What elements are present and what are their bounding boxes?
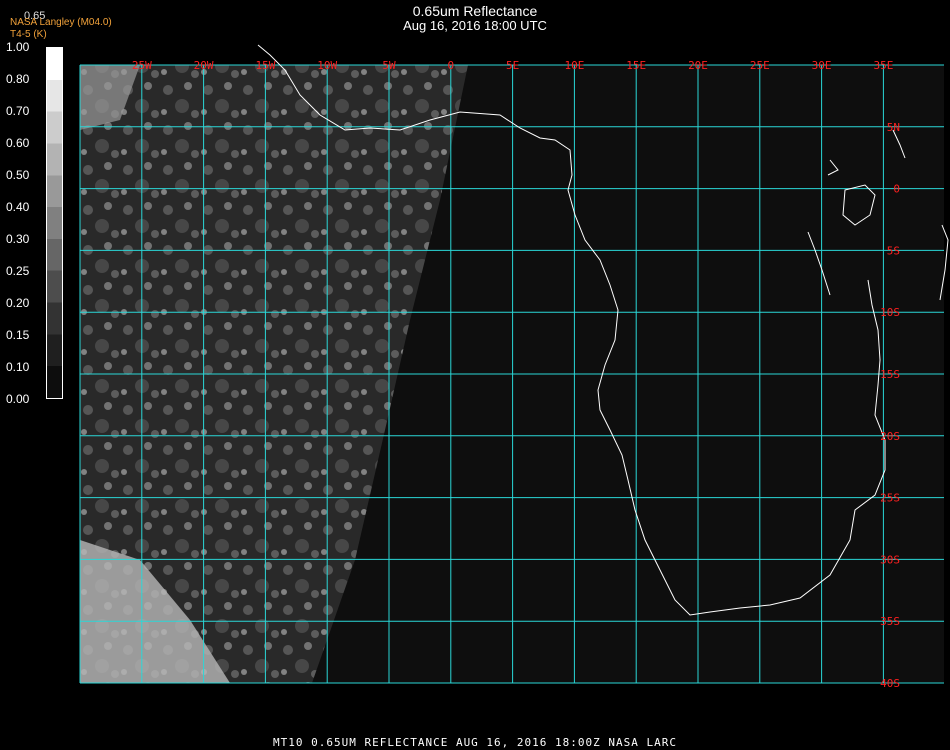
latitude-label: 35S [880, 615, 900, 628]
latitude-label: 5N [887, 121, 900, 134]
latitude-label: 25S [880, 492, 900, 505]
longitude-label: 35E [873, 59, 893, 72]
latitude-label: 20S [880, 430, 900, 443]
longitude-label: 5W [382, 59, 396, 72]
longitude-label: 15E [626, 59, 646, 72]
longitude-label: 20E [688, 59, 708, 72]
latitude-label: 40S [880, 677, 900, 690]
latitude-label: 30S [880, 553, 900, 566]
longitude-label: 25E [750, 59, 770, 72]
longitude-label: 0 [447, 59, 454, 72]
latitude-label: 10S [880, 306, 900, 319]
latitude-label: 0 [893, 183, 900, 196]
longitude-label: 30E [812, 59, 832, 72]
footer-caption: MT10 0.65UM REFLECTANCE AUG 16, 2016 18:… [273, 736, 677, 749]
latitude-label: 15S [880, 368, 900, 381]
longitude-label: 20W [194, 59, 214, 72]
longitude-label: 10W [317, 59, 337, 72]
longitude-label: 10E [564, 59, 584, 72]
longitude-label: 25W [132, 59, 152, 72]
latitude-label: 5S [887, 244, 900, 257]
longitude-label: 15W [255, 59, 275, 72]
satellite-map: 25W 20W 15W 10W 5W 0 5E 10E 15E 20E 25E 30E 35E 5N 0 5… [79, 44, 949, 690]
longitude-label: 5E [506, 59, 519, 72]
